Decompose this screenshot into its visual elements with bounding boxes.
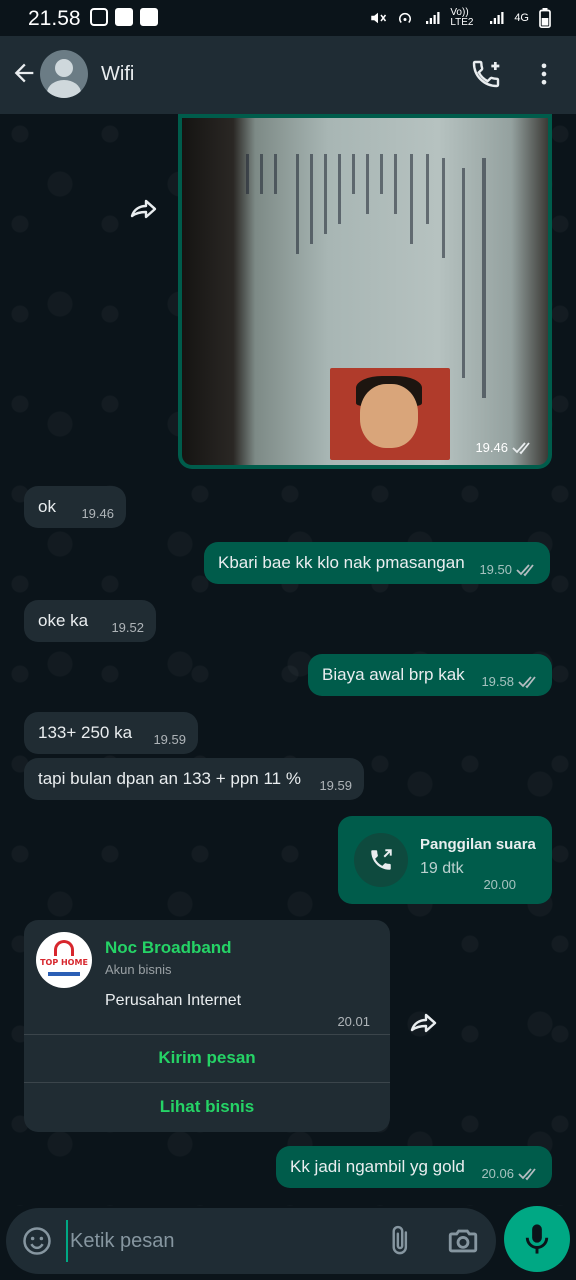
status-time: 21.58 xyxy=(28,7,81,30)
business-logo: TOP HOME xyxy=(36,932,92,988)
network-label: Vo)) LTE2 xyxy=(450,7,474,28)
voice-record-button[interactable] xyxy=(504,1206,570,1272)
business-description: Perusahan Internet xyxy=(105,992,242,1009)
message-input-pill[interactable] xyxy=(6,1208,496,1274)
battery-icon xyxy=(539,8,551,28)
business-account-type: Akun bisnis xyxy=(105,962,172,977)
contact-avatar[interactable] xyxy=(40,50,88,98)
read-ticks-icon xyxy=(518,1168,536,1181)
message-incoming[interactable]: 133+ 250 ka 19.59 xyxy=(24,712,198,754)
avatar-body xyxy=(47,80,81,98)
youtube-icon xyxy=(115,8,133,26)
camera-icon[interactable] xyxy=(446,1224,480,1258)
status-left-icons xyxy=(90,8,158,26)
image-meta: 19.46 xyxy=(475,440,534,455)
voice-call-message[interactable]: Panggilan suara 19 dtk 20.00 xyxy=(338,816,552,904)
forward-icon[interactable] xyxy=(408,1010,440,1036)
outgoing-call-icon xyxy=(371,849,392,870)
message-incoming[interactable]: tapi bulan dpan an 133 + ppn 11 % 19.59 xyxy=(24,758,364,800)
read-ticks-icon xyxy=(512,441,530,454)
hotspot-icon xyxy=(399,12,412,24)
add-call-icon[interactable] xyxy=(470,58,502,90)
call-time: 20.00 xyxy=(483,877,516,892)
checkbox-icon xyxy=(140,8,158,26)
business-time: 20.01 xyxy=(337,1014,370,1029)
id-card-photo[interactable]: 19.46 xyxy=(182,118,548,465)
image-message[interactable]: 19.46 xyxy=(178,114,552,469)
arrow-left-icon[interactable] xyxy=(10,58,38,88)
call-duration: 19 dtk xyxy=(420,860,464,877)
id-photo xyxy=(330,368,450,460)
status-right-icons: Vo)) LTE2 4G xyxy=(369,8,552,28)
message-outgoing[interactable]: Kbari bae kk klo nak pmasangan 19.50 xyxy=(204,542,550,584)
business-name[interactable]: Noc Broadband xyxy=(105,938,232,958)
mute-icon xyxy=(371,12,387,24)
status-bar: 21.58 Vo)) LTE2 4G xyxy=(0,0,576,36)
call-icon-circle xyxy=(354,833,408,887)
contact-name[interactable]: Wifi xyxy=(101,63,134,86)
message-input[interactable] xyxy=(66,1220,366,1262)
message-outgoing[interactable]: Kk jadi ngambil yg gold 20.06 xyxy=(276,1146,552,1188)
composer-bar xyxy=(0,1206,576,1280)
view-business-button[interactable]: Lihat bisnis xyxy=(24,1083,390,1131)
message-incoming[interactable]: ok 19.46 xyxy=(24,486,126,528)
business-card-message[interactable]: TOP HOME Noc Broadband Akun bisnis Perus… xyxy=(24,920,390,1132)
network-type: 4G xyxy=(514,12,529,24)
chat-header: Wifi xyxy=(0,36,576,114)
attach-icon[interactable] xyxy=(386,1224,416,1258)
forward-icon[interactable] xyxy=(128,196,160,222)
read-ticks-icon xyxy=(518,676,536,689)
mic-icon xyxy=(525,1224,549,1254)
signal-icon xyxy=(426,12,440,24)
emoji-icon[interactable] xyxy=(22,1226,52,1256)
call-title: Panggilan suara xyxy=(420,836,536,853)
message-incoming[interactable]: oke ka 19.52 xyxy=(24,600,156,642)
chat-area[interactable]: 19.46 ok 19.46 Kbari bae kk klo nak pmas… xyxy=(0,114,576,1206)
read-ticks-icon xyxy=(516,564,534,577)
message-outgoing[interactable]: Biaya awal brp kak 19.58 xyxy=(308,654,552,696)
avatar-head xyxy=(55,59,73,77)
more-vert-icon[interactable] xyxy=(530,58,558,90)
send-message-button[interactable]: Kirim pesan xyxy=(24,1034,390,1082)
instagram-icon xyxy=(90,8,108,26)
signal-icon-2 xyxy=(490,12,504,24)
